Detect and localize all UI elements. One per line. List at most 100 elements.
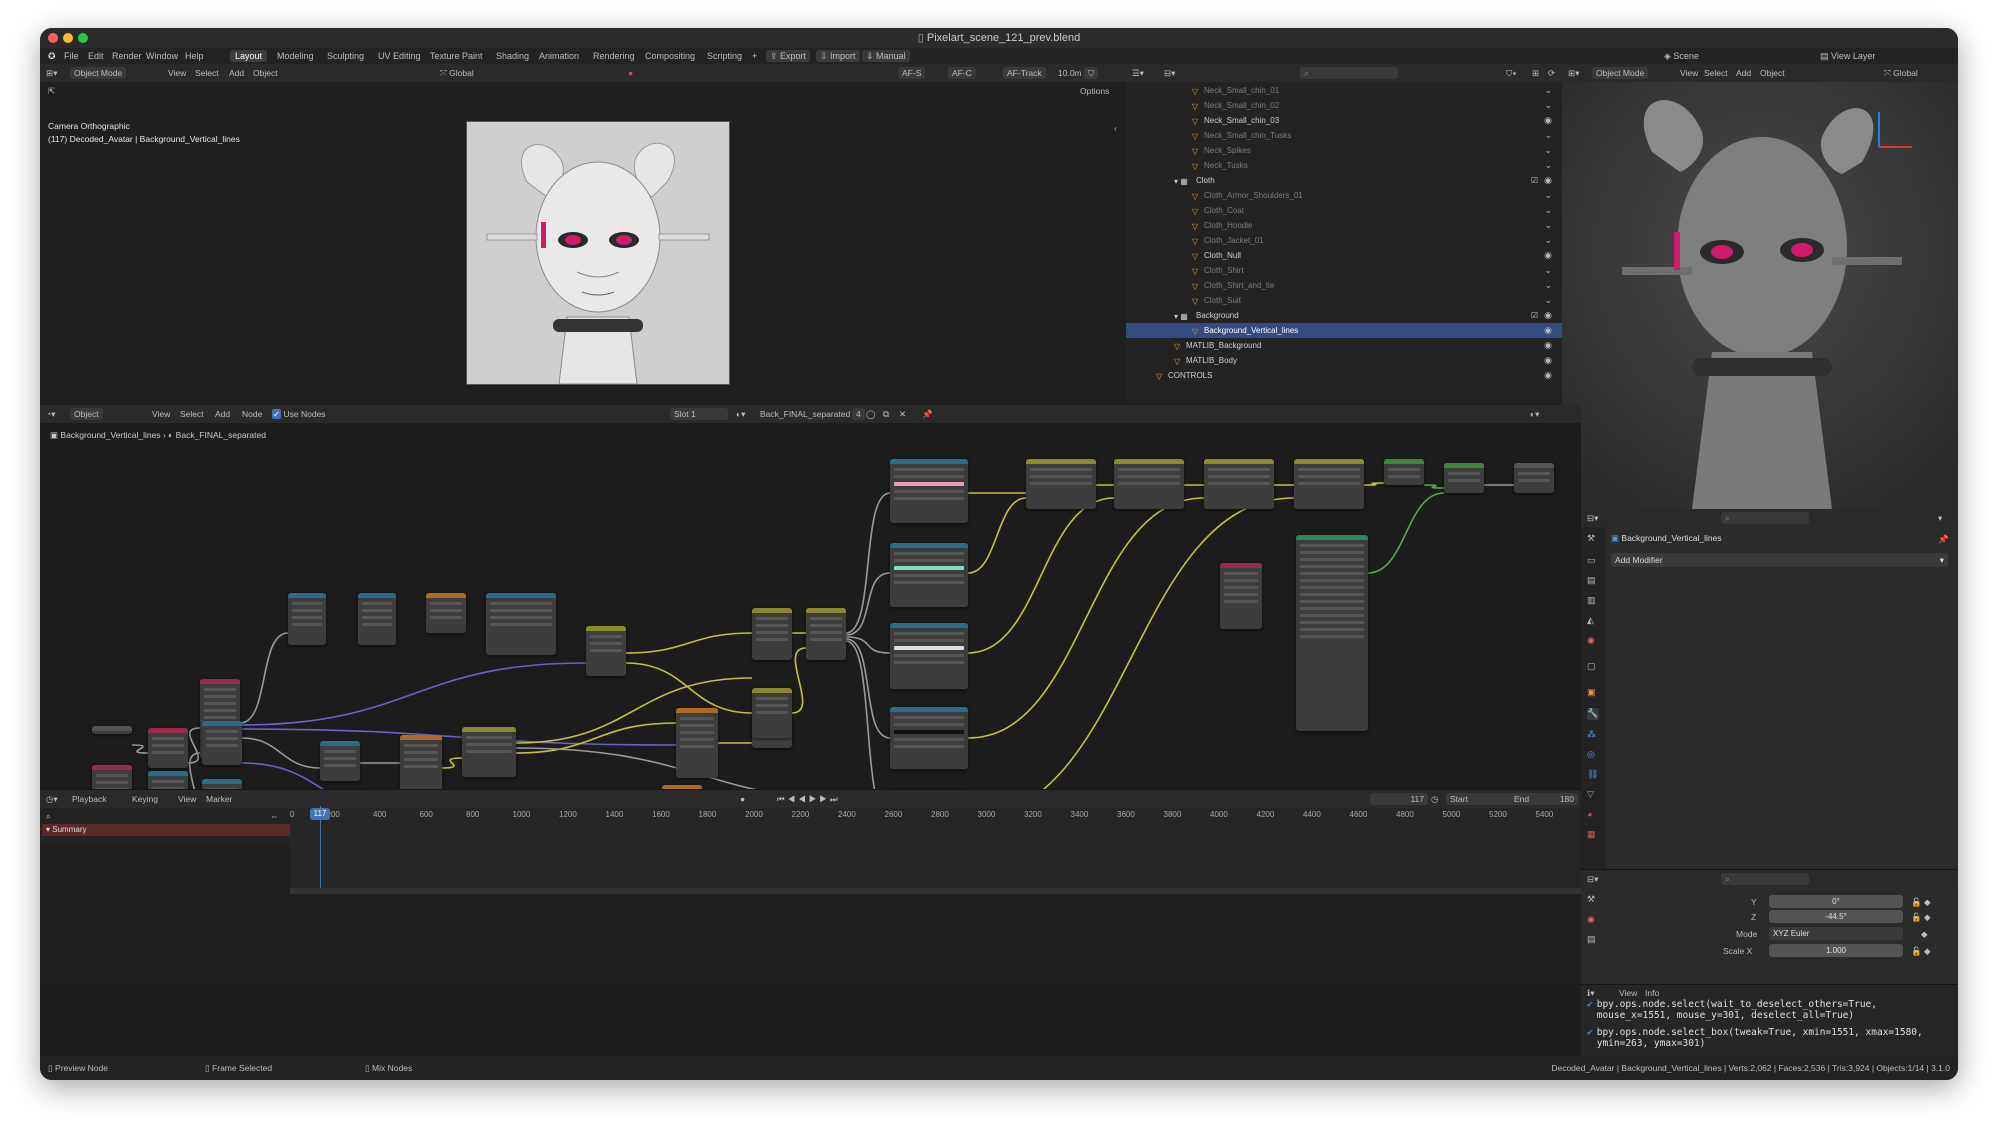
- tab-sculpting[interactable]: Sculpting: [322, 50, 369, 62]
- node-socket-row[interactable]: [204, 709, 236, 712]
- editor-type-icon[interactable]: ⊞▾: [46, 67, 57, 79]
- shader-node-editor[interactable]: ◔▾ Object View Select Add Node ✓ Use Nod…: [40, 405, 1581, 937]
- menu-marker[interactable]: Marker: [206, 793, 232, 805]
- eye-closed-icon[interactable]: ⌄: [1544, 218, 1552, 233]
- object-properties-editor-type-icon[interactable]: ⊟▾: [1587, 873, 1598, 885]
- add-workspace-button[interactable]: +: [752, 50, 757, 62]
- node-socket-row[interactable]: [490, 602, 552, 605]
- shader-node[interactable]: [202, 721, 242, 765]
- node-socket-row[interactable]: [756, 704, 788, 707]
- shader-node[interactable]: [890, 543, 968, 607]
- shader-node[interactable]: [1384, 459, 1424, 485]
- shader-node[interactable]: [486, 593, 556, 655]
- node-socket-row[interactable]: [1300, 593, 1364, 596]
- node-socket-row[interactable]: [152, 737, 184, 740]
- node-socket-row[interactable]: [362, 609, 392, 612]
- node-socket-row[interactable]: [324, 757, 356, 760]
- outliner-item[interactable]: ▽ Cloth_Null ◉: [1126, 248, 1562, 263]
- shader-node[interactable]: [1026, 459, 1096, 509]
- preview-range-icon[interactable]: ◷: [1431, 793, 1438, 805]
- node-socket-row[interactable]: [590, 635, 622, 638]
- tool-tab-icon[interactable]: ⚒: [1587, 533, 1599, 545]
- node-socket-row[interactable]: [1388, 475, 1420, 478]
- node-socket-row[interactable]: [756, 711, 788, 714]
- shader-node[interactable]: [890, 623, 968, 689]
- node-socket-row[interactable]: [894, 581, 964, 584]
- outliner-item[interactable]: ▽ Neck_Tusks ⌄: [1126, 158, 1562, 173]
- shader-node[interactable]: [1294, 459, 1364, 509]
- node-socket-row[interactable]: [96, 774, 128, 777]
- node-socket-row[interactable]: [1300, 579, 1364, 582]
- node-socket-row[interactable]: [430, 616, 462, 619]
- node-header[interactable]: [92, 765, 132, 770]
- scene-selector[interactable]: ◈ Scene: [1664, 50, 1699, 62]
- tab-layout[interactable]: Layout: [230, 50, 268, 62]
- properties-editor[interactable]: ⊟▾ ⌕ ▾ ⚒ ▭ ▤ ▥ ◭ ◉ ▢ ▣ 🔧 ⁂ ◎ ⛓ ▽ ◕ ▦ ▣ B…: [1581, 509, 1958, 869]
- tab-scripting[interactable]: Scripting: [702, 50, 747, 62]
- node-socket-row[interactable]: [152, 744, 184, 747]
- node-socket-row[interactable]: [756, 624, 788, 627]
- eye-closed-icon[interactable]: ⌄: [1544, 203, 1552, 218]
- shader-node[interactable]: [462, 727, 516, 777]
- eye-closed-icon[interactable]: ⌄: [1544, 278, 1552, 293]
- node-socket-row[interactable]: [404, 765, 438, 768]
- node-socket-row[interactable]: [404, 758, 438, 761]
- node-socket-row[interactable]: [894, 730, 964, 734]
- eye-closed-icon[interactable]: ⌄: [1544, 83, 1552, 98]
- node-socket-row[interactable]: [1300, 635, 1364, 638]
- shader-node[interactable]: [1444, 463, 1484, 493]
- node-header[interactable]: [890, 459, 968, 464]
- rotation-mode-dropdown[interactable]: XYZ Euler: [1769, 927, 1903, 940]
- shader-node[interactable]: [752, 608, 792, 660]
- shader-node[interactable]: [288, 593, 326, 645]
- outliner-item[interactable]: ▽ Cloth_Shirt ⌄: [1126, 263, 1562, 278]
- node-socket-row[interactable]: [1224, 593, 1258, 596]
- node-socket-row[interactable]: [362, 616, 392, 619]
- info-menu-info[interactable]: Info: [1645, 987, 1659, 999]
- node-socket-row[interactable]: [204, 702, 236, 705]
- af-c-toggle[interactable]: AF-C: [948, 67, 976, 79]
- outliner-item[interactable]: ▽ Cloth_Jacket_01 ⌄: [1126, 233, 1562, 248]
- node-header[interactable]: [288, 593, 326, 598]
- node-header[interactable]: [1026, 459, 1096, 464]
- node-socket-row[interactable]: [894, 738, 964, 741]
- node-socket-row[interactable]: [1208, 482, 1270, 485]
- rotation-z-field[interactable]: -44.5°: [1769, 910, 1903, 923]
- shader-node[interactable]: [400, 735, 442, 791]
- node-socket-row[interactable]: [894, 497, 964, 500]
- node-socket-row[interactable]: [206, 737, 238, 740]
- shader-node[interactable]: [1204, 459, 1274, 509]
- filter-icon[interactable]: ⛉▾: [1506, 67, 1517, 79]
- node-socket-row[interactable]: [894, 482, 964, 486]
- node-link[interactable]: [239, 662, 587, 726]
- node-header[interactable]: [92, 726, 132, 731]
- shader-node[interactable]: [1296, 535, 1368, 731]
- node-header[interactable]: [462, 727, 516, 732]
- shader-node[interactable]: [1114, 459, 1184, 509]
- lock-z-icon[interactable]: 🔓 ◆: [1911, 911, 1930, 923]
- view-layer-tab-icon[interactable]: ▥: [1587, 595, 1599, 607]
- keyframe-mode-icon[interactable]: ◆: [1921, 928, 1928, 940]
- options-dropdown[interactable]: Options: [1080, 85, 1109, 97]
- swap-icon[interactable]: ⇔: [270, 810, 279, 822]
- scale-x-field[interactable]: 1.000: [1769, 944, 1903, 957]
- playback-controls[interactable]: ⏮◀◀▶▶⏭: [777, 793, 841, 805]
- node-socket-row[interactable]: [362, 623, 392, 626]
- node-header[interactable]: [676, 708, 718, 713]
- node-socket-row[interactable]: [810, 638, 842, 641]
- node-socket-row[interactable]: [680, 724, 714, 727]
- export-button[interactable]: ⇪ Export: [766, 50, 811, 62]
- lock-y-icon[interactable]: 🔓 ◆: [1911, 896, 1930, 908]
- texture-tab-icon[interactable]: ▦: [1587, 829, 1599, 841]
- viewport-filter-icon[interactable]: ⛉: [1084, 67, 1099, 79]
- right-editor-type-icon[interactable]: ⊞▾: [1568, 67, 1579, 79]
- tab-uv-editing[interactable]: UV Editing: [373, 50, 426, 62]
- node-socket-row[interactable]: [1224, 586, 1258, 589]
- node-socket-row[interactable]: [292, 623, 322, 626]
- particles-tab-icon[interactable]: ⁂: [1587, 729, 1599, 741]
- right-mode-dropdown[interactable]: Object Mode: [1592, 67, 1649, 79]
- new-collection-icon[interactable]: ⊞: [1532, 67, 1539, 79]
- side-output-icon[interactable]: ▤: [1587, 934, 1599, 946]
- node-socket-row[interactable]: [1300, 621, 1364, 624]
- node-header[interactable]: [200, 679, 240, 684]
